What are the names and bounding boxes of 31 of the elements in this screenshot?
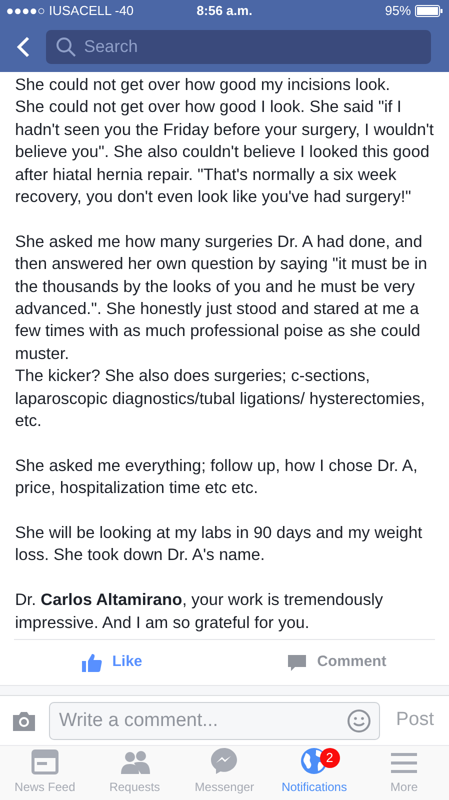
search-field[interactable]: Search xyxy=(46,30,431,64)
people-icon xyxy=(120,749,150,775)
back-icon[interactable] xyxy=(16,36,30,58)
thumbs-up-icon xyxy=(82,652,102,672)
tab-bar-item[interactable]: Requests xyxy=(90,746,180,800)
menu-icon xyxy=(390,751,418,775)
notification-badge: 2 xyxy=(320,748,340,768)
post-paragraph: She asked me how many surgeries Dr. A had done, and then answered her own question by saying "it must be in the thousands by the looks of you and he must be very advanced.". She honestly just stood and stared at me a few times with as much professional poise as she could muster. xyxy=(15,232,428,365)
tab-bar-item[interactable]: More xyxy=(359,746,449,800)
tab-bar-item[interactable]: News Feed xyxy=(0,746,90,800)
post-paragraph: The kicker? She also does surgeries; c-sections, laparoscopic diagnostics/tubal ligations/ hysterectomies, etc. xyxy=(15,366,426,432)
tab-bar-item[interactable]: Notifications 2 xyxy=(269,746,360,800)
like-button[interactable]: Like xyxy=(0,651,224,674)
post-button[interactable]: Post xyxy=(392,706,438,735)
post-paragraph: She could not get over how good I look. She said "if I hadn't seen you the Friday before your surgery, I wouldn't believe you". She also couldn't believe I looked this good after hiatal hernia repair. "That's normally a six week recovery, you don't even look like you've had surgery!" xyxy=(15,97,434,208)
tab-bar-item[interactable]: Messenger xyxy=(180,746,270,800)
clock-time: 8:56 a.m. xyxy=(196,2,252,20)
news-feed-icon xyxy=(30,749,59,775)
post-paragraph: Dr. Carlos Altamirano, your work is tremendously impressive. And I am so grateful for you. xyxy=(15,590,384,634)
smiley-icon[interactable] xyxy=(346,708,371,732)
post-paragraph: She could not get over how good my incisions look. xyxy=(15,75,392,96)
post-paragraph: She asked me everything; follow up, how I chose Dr. A, price, hospitalization time etc etc. xyxy=(15,456,419,500)
camera-icon[interactable] xyxy=(11,710,37,732)
battery-percent: 95% xyxy=(384,2,411,20)
comment-button[interactable]: Comment xyxy=(224,651,449,674)
carrier-signal: ●●●●○ IUSACELL -40 xyxy=(6,2,135,20)
post-paragraph: She will be looking at my labs in 90 days and my weight loss. She took down Dr. A's name. xyxy=(15,523,424,566)
comment-field[interactable]: Write a comment... xyxy=(49,702,380,740)
speech-bubble-icon xyxy=(287,652,308,672)
search-icon xyxy=(56,37,76,57)
battery-icon xyxy=(415,5,443,17)
